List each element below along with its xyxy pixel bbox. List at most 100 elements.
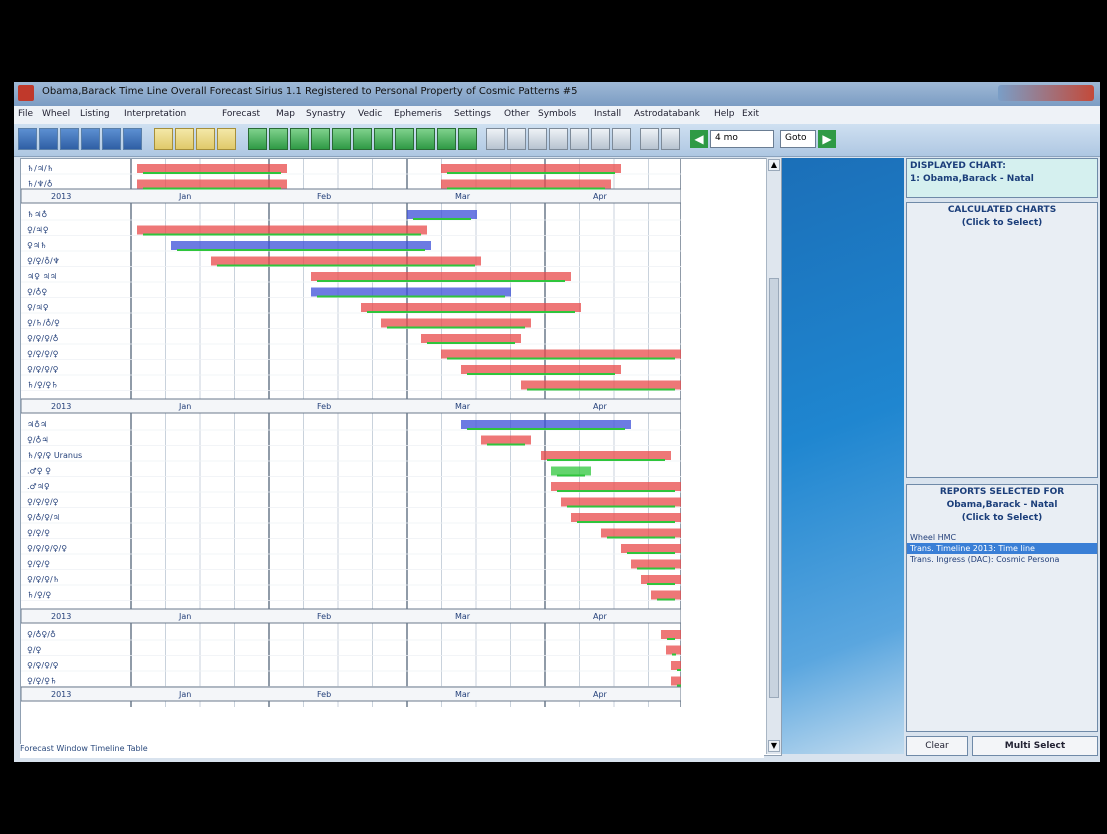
report-icon[interactable] [248,128,267,150]
month-label: Mar [455,192,471,201]
clock-icon[interactable] [507,128,526,150]
report-icon[interactable] [437,128,456,150]
row-label: ♀/♀/♀/♀ [27,498,59,507]
transit-subbar [657,598,675,601]
email-icon[interactable] [217,128,236,150]
table-icon[interactable] [549,128,568,150]
menu-interpretation[interactable]: Interpretation [124,109,186,119]
vertical-scrollbar[interactable]: ▲ ▼ [766,158,781,754]
chart-tool-icon[interactable] [102,128,121,150]
scroll-thumb[interactable] [769,278,779,698]
menu-listing[interactable]: Listing [80,109,110,119]
multi-select-button[interactable]: Multi Select [972,736,1098,756]
menu-file[interactable]: File [18,109,33,119]
month-label: Feb [317,612,331,621]
folder-icon[interactable] [154,128,173,150]
scroll-up-icon[interactable]: ▲ [768,159,780,171]
menu-other[interactable]: Other [504,109,530,119]
report-item[interactable]: Trans. Ingress (DAC): Cosmic Persona [907,554,1097,565]
transit-bar [551,466,591,476]
row-label: ♀/♁/♀/♃ [27,513,60,522]
settings-icon[interactable] [570,128,589,150]
report-icon[interactable] [332,128,351,150]
transit-subbar [672,653,676,656]
report-icon[interactable] [374,128,393,150]
year-label: 2013 [51,402,71,411]
transit-subbar [677,669,681,671]
report-icon[interactable] [416,128,435,150]
report-icon[interactable] [395,128,414,150]
chart-tool-icon[interactable] [81,128,100,150]
report-icon[interactable] [290,128,309,150]
transit-bar [311,272,571,281]
row-label: ♃♁♃ [27,420,47,429]
report-item[interactable]: Wheel HMC [907,532,1097,543]
transit-bar [631,559,681,569]
menu-forecast[interactable]: Forecast [222,109,260,119]
report-icon[interactable] [311,128,330,150]
menu-help[interactable]: Help [714,109,735,119]
transit-bar [137,164,287,173]
goto-button[interactable]: Goto [780,130,816,148]
menu-wheel[interactable]: Wheel [42,109,70,119]
displayed-chart-value[interactable]: 1: Obama,Barack - Natal [907,172,1097,185]
row-label: ♄/♀/♀♄ [27,381,58,390]
row-label: ♀/♄/♁/♀ [27,319,60,328]
calculated-charts-box[interactable]: CALCULATED CHARTS (Click to Select) [906,202,1098,478]
menu-synastry[interactable]: Synastry [306,109,346,119]
report-icon[interactable] [458,128,477,150]
window-title: Obama,Barack Time Line Overall Forecast … [42,86,578,97]
row-label: ♀/♀/♀ [27,560,50,569]
left-arrow-icon[interactable]: ◀ [690,130,708,148]
menu-ephemeris[interactable]: Ephemeris [394,109,442,119]
row-label: ♀/♀/♀/♀ [27,350,59,359]
map-icon[interactable] [486,128,505,150]
graph-icon[interactable] [528,128,547,150]
transit-bar [551,482,681,491]
report-icon[interactable] [353,128,372,150]
right-arrow-icon[interactable]: ▶ [818,130,836,148]
menu-vedic[interactable]: Vedic [358,109,382,119]
title-bar: Obama,Barack Time Line Overall Forecast … [14,82,1100,106]
transit-subbar [387,326,525,329]
window-controls[interactable] [998,85,1094,101]
report-item-selected[interactable]: Trans. Timeline 2013: Time line [907,543,1097,554]
window-icon[interactable] [591,128,610,150]
transit-subbar [447,357,675,360]
transit-bar [461,420,631,429]
wheel-tool-icon[interactable] [18,128,37,150]
month-label: Feb [317,690,331,699]
transit-subbar [487,443,525,446]
row-label: ♄/♆/♁ [27,180,53,189]
menu-symbols[interactable]: Symbols [538,109,576,119]
chart-tool-icon[interactable] [123,128,142,150]
scroll-down-icon[interactable]: ▼ [768,740,780,752]
step-select[interactable]: 4 mo [710,130,774,148]
wand-icon[interactable] [661,128,680,150]
save-icon[interactable] [175,128,194,150]
row-label: ♀♃♄ [27,241,47,250]
transit-bar [671,676,681,686]
month-label: Jan [178,402,191,411]
transit-subbar [217,264,475,267]
chart-tool-icon[interactable] [60,128,79,150]
row-label: ♀/♀/♀/♀/♀ [27,544,67,553]
window-icon[interactable] [612,128,631,150]
month-label: Mar [455,612,471,621]
row-label: ♄/♀/♀ Uranus [27,451,82,460]
month-label: Jan [178,690,191,699]
menu-settings[interactable]: Settings [454,109,491,119]
menu-install[interactable]: Install [594,109,621,119]
menu-bar: File Wheel Listing Interpretation Foreca… [14,106,1100,125]
chart-tool-icon[interactable] [39,128,58,150]
transit-bar [571,513,681,522]
transit-bar [651,590,681,600]
menu-exit[interactable]: Exit [742,109,759,119]
menu-map[interactable]: Map [276,109,295,119]
row-label: ♀/♁♀ [27,288,47,297]
clear-button[interactable]: Clear [906,736,968,756]
report-icon[interactable] [269,128,288,150]
wand-icon[interactable] [640,128,659,150]
print-icon[interactable] [196,128,215,150]
menu-astrodatabank[interactable]: Astrodatabank [634,109,700,119]
